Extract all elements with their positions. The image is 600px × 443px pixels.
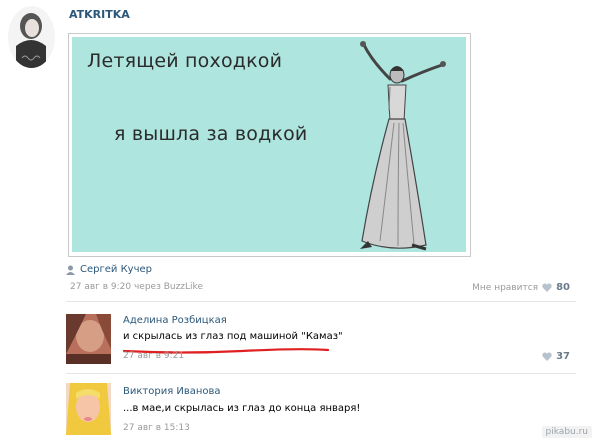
dancing-woman-illustration: [360, 41, 446, 251]
person-icon: [66, 265, 75, 275]
like-label: Мне нравится: [472, 282, 539, 293]
comment-author-link[interactable]: Виктория Иванова: [123, 386, 221, 397]
post-author-link[interactable]: Сергей Кучер: [80, 264, 152, 275]
post-author-row: Сергей Кучер: [66, 264, 152, 275]
group-avatar[interactable]: [8, 6, 55, 68]
postcard-image[interactable]: Летящей походкой я вышла за водкой: [68, 33, 471, 257]
postcard-background: Летящей походкой я вышла за водкой: [72, 37, 466, 252]
comment-author-link[interactable]: Аделина Розбицкая: [123, 315, 227, 326]
pikabu-watermark: pikabu.ru: [541, 426, 592, 438]
comment-date-link[interactable]: 27 авг в 9:21: [123, 351, 184, 361]
postcard-line-1: Летящей походкой: [87, 50, 283, 72]
divider: [66, 373, 576, 374]
comment-date-link[interactable]: 27 авг в 15:13: [123, 423, 190, 433]
post-date-link[interactable]: 27 авг в 9:20 через BuzzLike: [70, 282, 203, 292]
comment-text: и скрылась из глаз под машиной "Камаз": [123, 331, 343, 342]
comment-like-button[interactable]: 37: [542, 351, 570, 362]
like-count: 80: [556, 282, 570, 293]
heart-icon: [542, 283, 552, 292]
comment-avatar[interactable]: [66, 383, 111, 435]
post-like-button[interactable]: Мне нравится 80: [472, 282, 570, 293]
divider: [66, 301, 576, 302]
postcard-line-2: я вышла за водкой: [114, 123, 308, 145]
comment-text: ...в мае,и скрылась из глаз до конца янв…: [123, 403, 361, 414]
like-count: 37: [556, 351, 570, 362]
group-name-link[interactable]: ATKRITKA: [69, 8, 130, 21]
comment-avatar[interactable]: [66, 314, 111, 364]
heart-icon: [542, 352, 552, 361]
